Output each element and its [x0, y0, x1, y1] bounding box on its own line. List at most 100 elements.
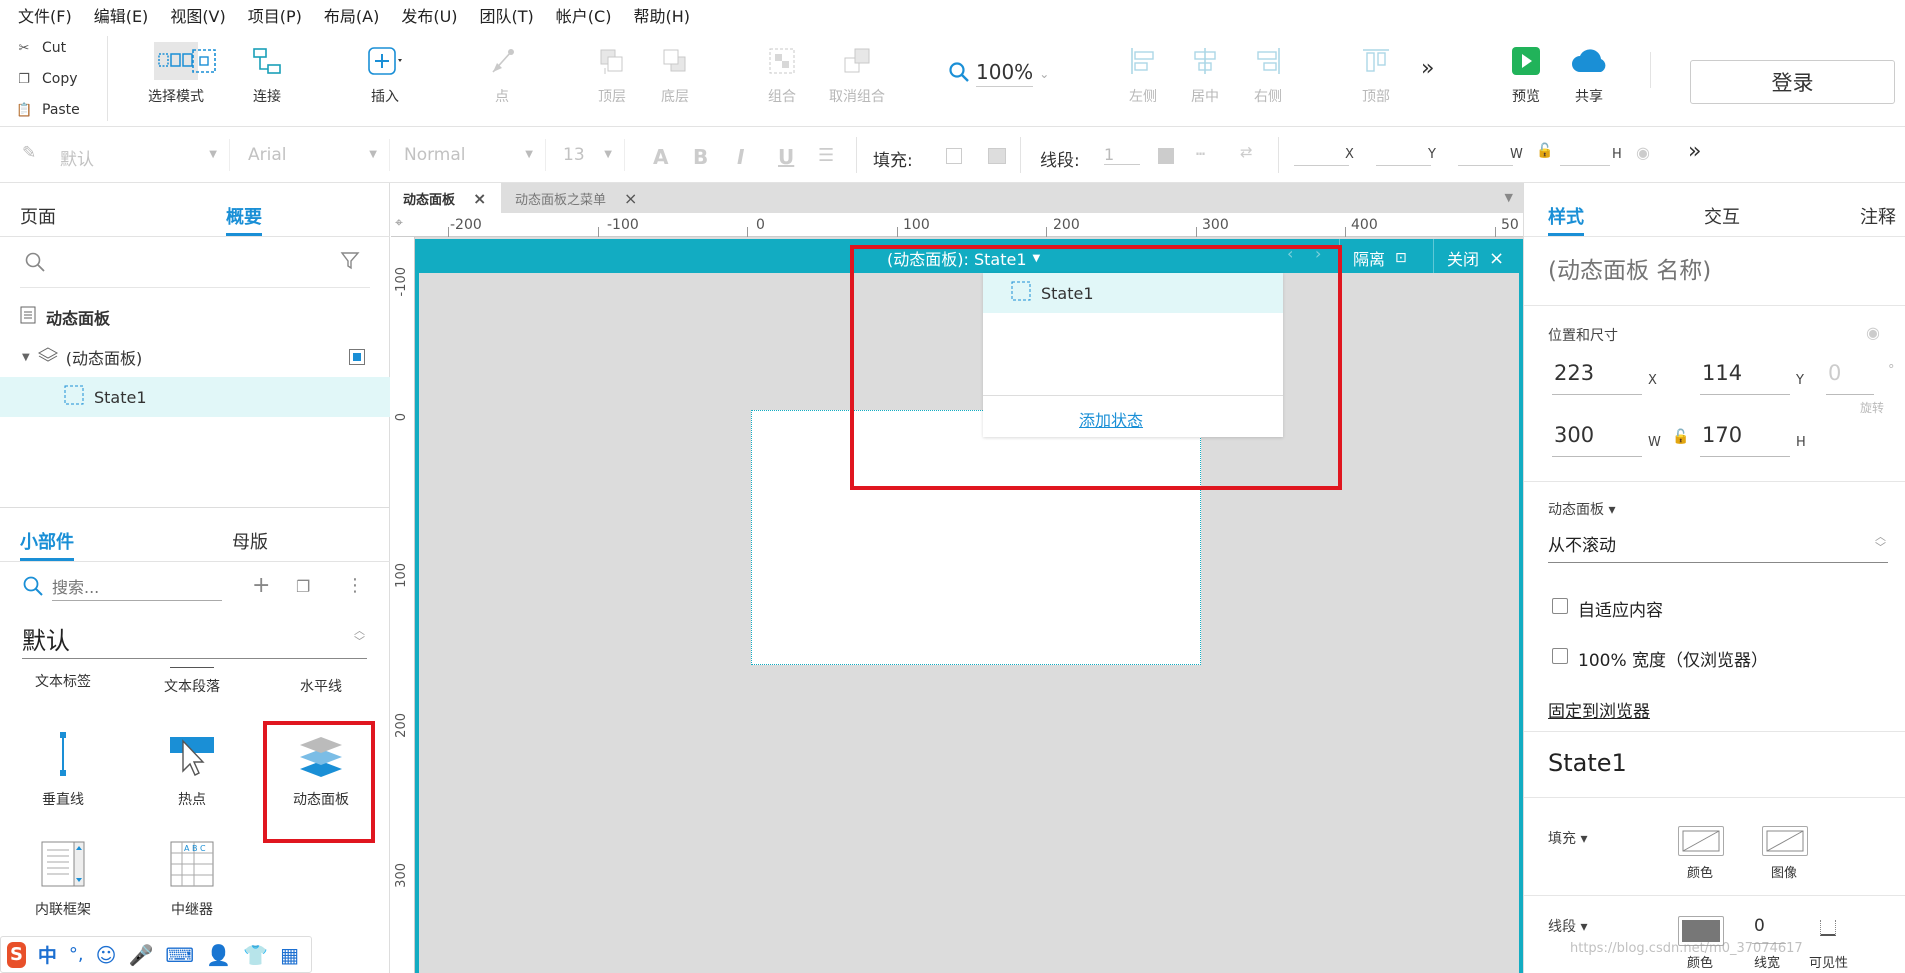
- widget-text-label[interactable]: 文本标签: [8, 663, 118, 691]
- font-size-select[interactable]: 13 ▼: [541, 139, 625, 171]
- widget-text-paragraph[interactable]: 文本段落: [137, 663, 247, 696]
- h-field[interactable]: [1560, 144, 1610, 166]
- fit-content-checkbox[interactable]: [1552, 598, 1568, 614]
- fill-color-swatch[interactable]: [946, 148, 962, 164]
- tree-row-state[interactable]: State1: [0, 377, 390, 417]
- share-button[interactable]: 共享: [1551, 42, 1627, 106]
- ime-chinese-toggle[interactable]: 中: [38, 941, 57, 968]
- tab-notes[interactable]: 注释: [1860, 203, 1896, 229]
- microphone-icon[interactable]: 🎤: [129, 943, 154, 967]
- full-width-checkbox[interactable]: [1552, 648, 1568, 664]
- skin-icon[interactable]: 👕: [243, 943, 268, 967]
- widget-vertical-line[interactable]: 垂直线: [8, 731, 118, 809]
- paste-button[interactable]: 📋 Paste: [16, 102, 80, 118]
- panel-section-label[interactable]: 动态面板 ▾: [1548, 499, 1615, 519]
- collapse-triangle-icon[interactable]: ▼: [22, 352, 30, 363]
- canvas[interactable]: (动态面板): State1 ▼ ‹ › 隔离 ⊡ 关闭 × State1 添加…: [415, 237, 1523, 973]
- menu-publish[interactable]: 发布(U): [401, 3, 457, 27]
- cut-button[interactable]: ✂ Cut: [16, 40, 67, 56]
- underline-icon[interactable]: U: [778, 145, 794, 169]
- y-field[interactable]: [1376, 144, 1431, 166]
- more-style-icon[interactable]: »: [1688, 139, 1701, 164]
- line-width-field[interactable]: 1: [1104, 145, 1140, 165]
- height-input[interactable]: 170: [1700, 423, 1790, 457]
- point-tool[interactable]: 点: [464, 42, 540, 106]
- line-width-input[interactable]: 0: [1752, 916, 1786, 944]
- widget-horizontal-line[interactable]: 水平线: [266, 663, 376, 696]
- fill-section-label[interactable]: 填充 ▾: [1548, 828, 1587, 848]
- emoji-icon[interactable]: ☺: [96, 943, 117, 967]
- menu-account[interactable]: 帐户(C): [556, 3, 612, 27]
- insert-tool[interactable]: 插入: [347, 42, 423, 106]
- menu-file[interactable]: 文件(F): [18, 3, 72, 27]
- line-section-label[interactable]: 线段 ▾: [1548, 916, 1587, 936]
- isolate-button[interactable]: 隔离 ⊡: [1353, 246, 1407, 270]
- close-icon[interactable]: ×: [473, 189, 486, 208]
- more-options-icon[interactable]: ⋮: [346, 575, 364, 596]
- close-editor-button[interactable]: 关闭 ×: [1447, 246, 1504, 270]
- pin-to-browser-link[interactable]: 固定到浏览器: [1548, 697, 1650, 722]
- crosshair-icon[interactable]: ⌖: [395, 215, 403, 231]
- line-pattern-icon[interactable]: ┅: [1196, 145, 1205, 163]
- toolbox-icon[interactable]: ▦: [280, 943, 299, 967]
- rotation-input[interactable]: 0: [1826, 361, 1874, 395]
- italic-icon[interactable]: I: [737, 145, 744, 169]
- tab-dynamic-panel[interactable]: 动态面板 ×: [391, 183, 501, 213]
- widget-inline-frame[interactable]: 内联框架: [8, 841, 118, 919]
- x-input[interactable]: 223: [1552, 361, 1642, 395]
- widget-name-input[interactable]: [1548, 253, 1878, 289]
- fill-image-button[interactable]: [1762, 826, 1808, 856]
- eye-icon[interactable]: ◉: [1866, 323, 1880, 342]
- tree-row-panel[interactable]: ▼ (动态面板): [0, 337, 390, 377]
- bold-icon[interactable]: B: [693, 145, 708, 169]
- tab-pages[interactable]: 页面: [20, 203, 56, 229]
- tab-widgets[interactable]: 小部件: [20, 528, 74, 561]
- arrow-style-icon[interactable]: ⇄: [1240, 143, 1253, 161]
- tree-row-page[interactable]: 动态面板: [0, 297, 390, 337]
- connect-tool[interactable]: 连接: [229, 42, 305, 106]
- tab-list-chevron-icon[interactable]: ▼: [1505, 191, 1513, 204]
- bullet-list-icon[interactable]: ☰: [818, 145, 834, 166]
- line-color-swatch[interactable]: [1158, 148, 1174, 164]
- widget-hotspot[interactable]: 热点: [137, 731, 247, 809]
- widget-search-input[interactable]: [52, 575, 222, 601]
- visibility-toggle-icon[interactable]: [349, 349, 365, 365]
- more-tools-icon[interactable]: »: [1421, 56, 1434, 81]
- ime-punctuation-toggle[interactable]: °,: [69, 944, 84, 965]
- copy-button[interactable]: ❐ Copy: [16, 71, 77, 87]
- search-icon[interactable]: [24, 251, 46, 277]
- eye-icon[interactable]: ◉: [1636, 143, 1650, 162]
- menu-layout[interactable]: 布局(A): [324, 3, 379, 27]
- filter-icon[interactable]: [340, 251, 362, 275]
- sogou-logo-icon[interactable]: S: [7, 941, 26, 968]
- weight-select[interactable]: Normal ▼: [382, 139, 546, 171]
- width-input[interactable]: 300: [1552, 423, 1642, 457]
- w-field[interactable]: [1458, 144, 1513, 166]
- scroll-select[interactable]: 从不滚动 ︿ ﹀: [1548, 531, 1888, 563]
- group-tool[interactable]: 组合: [744, 42, 820, 106]
- library-manage-icon[interactable]: ❐: [296, 577, 310, 596]
- keyboard-icon[interactable]: ⌨: [165, 943, 194, 967]
- lock-ratio-icon[interactable]: 🔓: [1672, 429, 1689, 445]
- menu-project[interactable]: 项目(P): [248, 3, 302, 27]
- add-library-icon[interactable]: +: [252, 573, 270, 598]
- font-select[interactable]: Arial ▼: [226, 139, 390, 171]
- style-select[interactable]: 默认 ▼: [38, 139, 230, 171]
- align-right-tool[interactable]: 右侧: [1230, 42, 1306, 106]
- menu-help[interactable]: 帮助(H): [633, 3, 690, 27]
- ungroup-tool[interactable]: 取消组合: [817, 42, 897, 106]
- tab-style[interactable]: 样式: [1548, 203, 1584, 236]
- menu-view[interactable]: 视图(V): [170, 3, 225, 27]
- fill-color-button[interactable]: [1678, 826, 1724, 856]
- widget-repeater[interactable]: A B C 中继器: [137, 841, 247, 919]
- menu-team[interactable]: 团队(T): [480, 3, 534, 27]
- send-back-tool[interactable]: 底层: [637, 42, 713, 106]
- visibility-line-icon[interactable]: [1820, 920, 1836, 936]
- login-button[interactable]: 登录: [1690, 60, 1895, 104]
- tab-interactions[interactable]: 交互: [1704, 203, 1740, 229]
- zoom-control[interactable]: 100% ⌄: [948, 60, 1049, 87]
- text-color-icon[interactable]: A: [653, 145, 668, 169]
- y-input[interactable]: 114: [1700, 361, 1790, 395]
- tab-dynamic-panel-menu[interactable]: 动态面板之菜单 ×: [503, 183, 658, 213]
- menu-edit[interactable]: 编辑(E): [94, 3, 149, 27]
